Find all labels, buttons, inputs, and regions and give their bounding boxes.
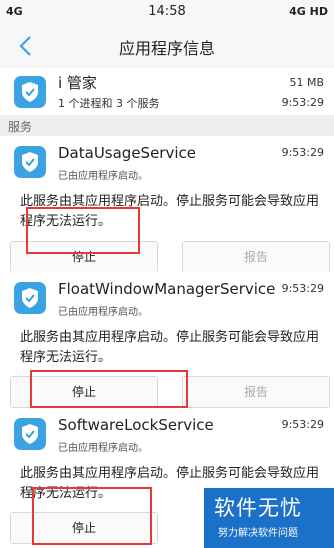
service-name: SoftwareLockService xyxy=(58,416,214,434)
report-button[interactable]: 报告 xyxy=(182,376,330,408)
highlight-box xyxy=(26,207,140,254)
service-name: DataUsageService xyxy=(58,144,196,162)
app-summary-row: i 管家 51 MB 1 个进程和 3 个服务 9:53:29 xyxy=(0,68,334,114)
app-processes: 1 个进程和 3 个服务 xyxy=(58,97,160,110)
app-size: 51 MB xyxy=(289,76,324,89)
service-time: 9:53:29 xyxy=(281,418,324,431)
section-label: 服务 xyxy=(8,120,33,134)
section-header-services: 服务 xyxy=(0,115,334,136)
service-status: 已由应用程序启动。 xyxy=(58,443,148,454)
status-bar: 4G 14:58 4G HD xyxy=(0,0,334,24)
report-button[interactable]: 报告 xyxy=(182,241,330,273)
shield-check-icon xyxy=(14,282,46,314)
status-icons: 4G HD xyxy=(289,5,328,18)
service-time: 9:53:29 xyxy=(281,146,324,159)
watermark-title: 软件无忧 xyxy=(214,496,302,520)
service-description: 此服务由其应用程序启动。停止服务可能会导致应用程序无法运行。 xyxy=(20,330,320,365)
highlight-box xyxy=(32,487,152,545)
service-status: 已由应用程序启动。 xyxy=(58,171,148,182)
watermark-logo: 软件无忧 努力解决软件问题 xyxy=(204,488,334,548)
page-title: 应用程序信息 xyxy=(118,39,215,58)
shield-check-icon xyxy=(14,418,46,450)
shield-check-icon xyxy=(14,76,46,108)
watermark-subtitle: 努力解决软件问题 xyxy=(218,528,298,539)
app-name: i 管家 xyxy=(58,74,97,92)
service-time: 9:53:29 xyxy=(281,282,324,295)
service-status: 已由应用程序启动。 xyxy=(58,307,148,318)
navigation-bar: 应用程序信息 xyxy=(0,24,334,69)
highlight-box xyxy=(30,370,188,408)
shield-check-icon xyxy=(14,146,46,178)
clock: 14:58 xyxy=(148,4,186,19)
app-time: 9:53:29 xyxy=(281,96,324,109)
service-name: FloatWindowManagerService xyxy=(58,280,276,298)
